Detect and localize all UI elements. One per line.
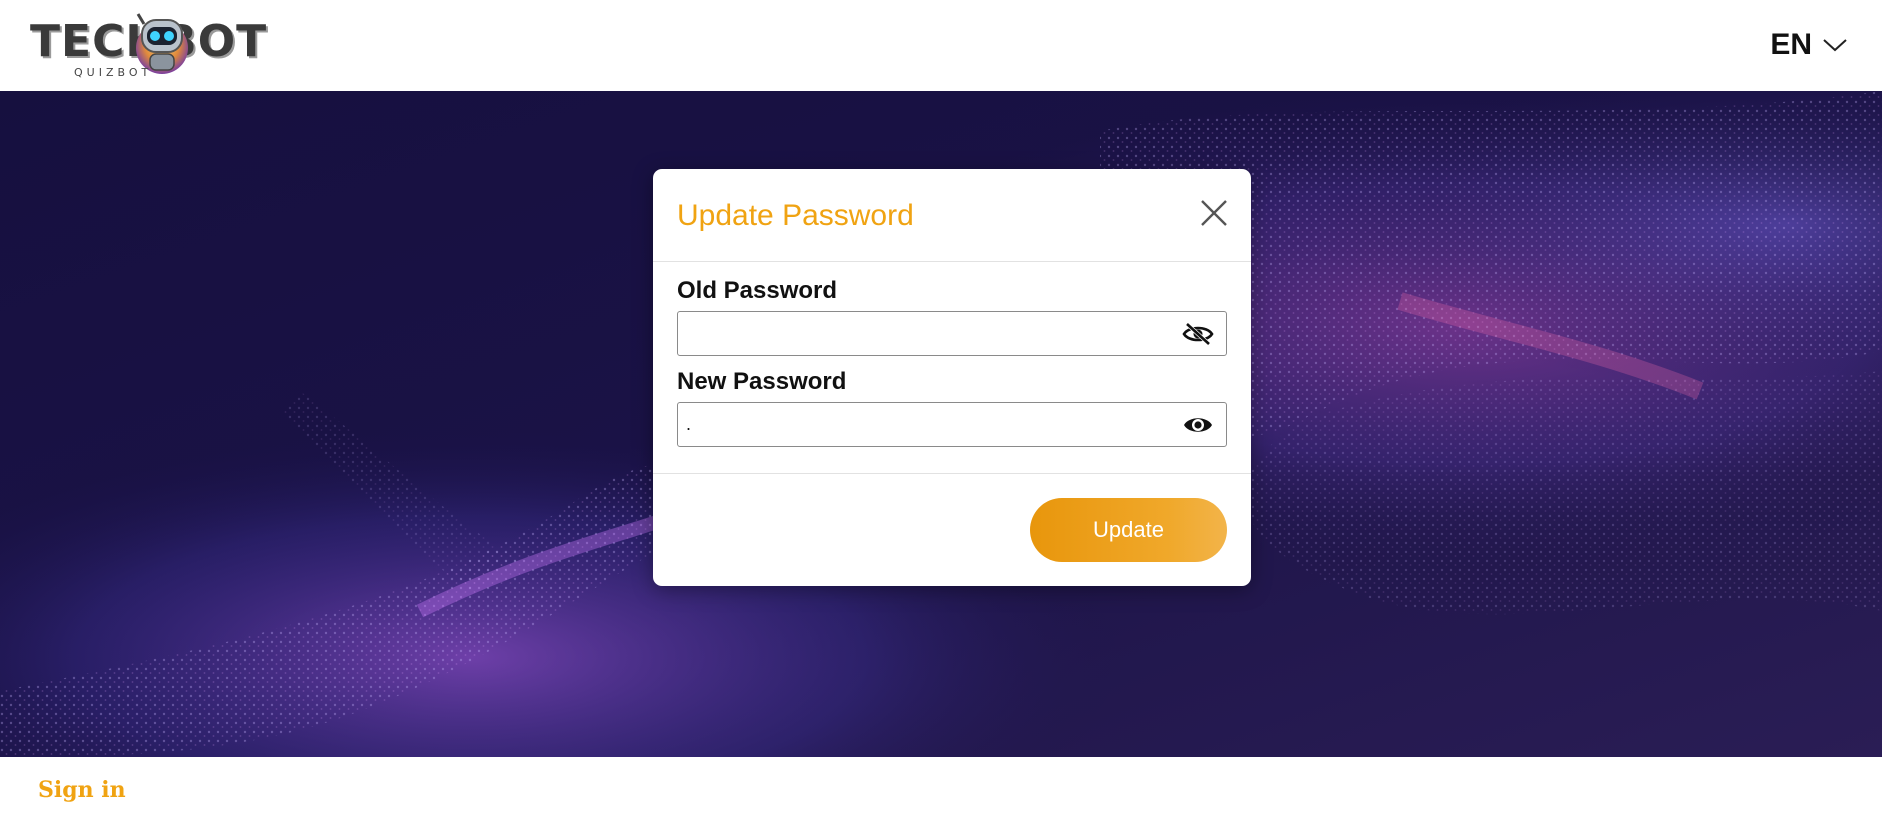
old-password-input[interactable] (678, 312, 1178, 355)
chevron-down-icon (1823, 39, 1847, 52)
dialog-body: Old Password New Password (677, 279, 1227, 461)
bottom-bar: Sign in (0, 757, 1882, 826)
top-header: TECHBOT QUIZBOT EN (0, 0, 1882, 91)
update-password-dialog: Update Password Old Password New Passwor… (653, 169, 1251, 586)
techbot-logo[interactable]: TECHBOT QUIZBOT (30, 8, 266, 82)
logo-subtext: QUIZBOT (74, 66, 153, 79)
dialog-title: Update Password (677, 199, 914, 232)
dialog-footer-divider (653, 473, 1251, 474)
new-password-input[interactable] (678, 403, 1178, 446)
sign-in-link[interactable]: Sign in (38, 777, 126, 803)
old-password-label: Old Password (677, 277, 838, 304)
close-icon[interactable] (1197, 196, 1231, 230)
update-button[interactable]: Update (1030, 498, 1227, 562)
language-selector[interactable]: EN (1770, 28, 1848, 62)
new-password-label: New Password (677, 368, 847, 395)
language-selected: EN (1770, 28, 1812, 61)
eye-icon[interactable] (1182, 412, 1214, 438)
new-password-field-box (677, 402, 1227, 447)
old-password-field-box (677, 311, 1227, 356)
dialog-header: Update Password (653, 169, 1251, 262)
eye-slash-icon[interactable] (1182, 321, 1214, 347)
